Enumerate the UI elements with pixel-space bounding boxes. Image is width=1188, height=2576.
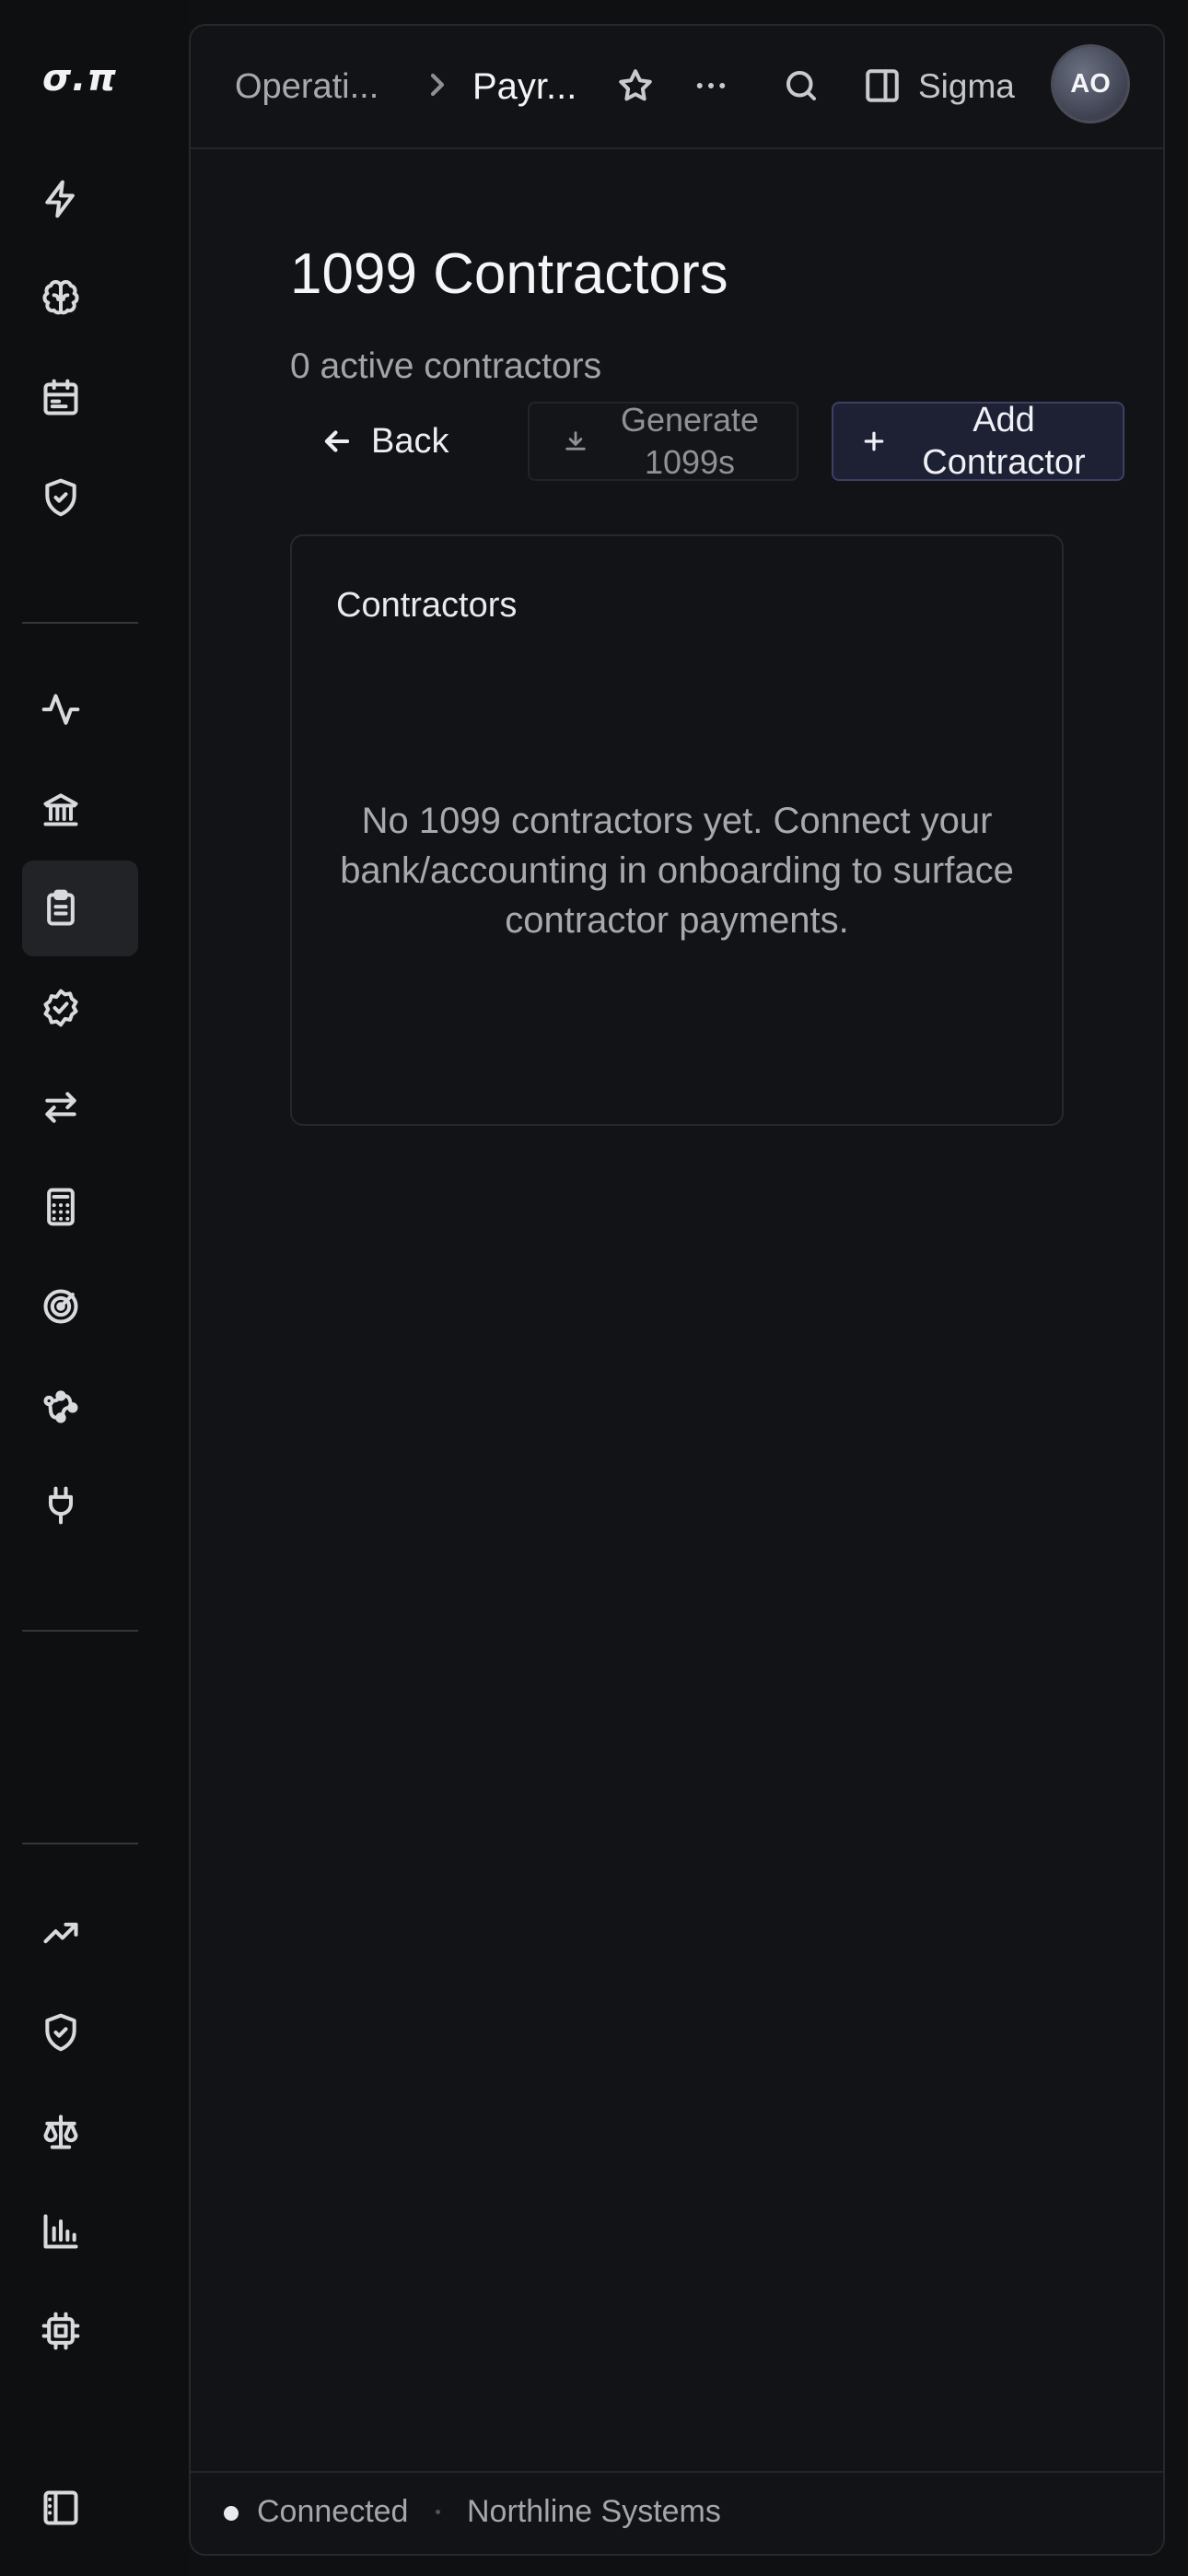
page-title: 1099 Contractors [290,242,728,306]
sidebar-item-payroll[interactable] [22,861,138,956]
generate-1099s-button[interactable]: Generate 1099s [528,401,798,481]
sidebar: σ.π [0,0,189,2576]
contractors-card: Contractors No 1099 contractors yet. Con… [290,534,1064,1126]
bolt-icon [45,180,75,218]
sidebar-item-workflows[interactable] [22,1358,138,1454]
calculator-icon [47,1188,75,1226]
chevron-right-icon [419,66,456,103]
favorite-button[interactable] [612,63,658,109]
panel-right-icon [866,69,899,102]
status-separator [436,2510,440,2514]
badge-check-icon [43,989,78,1027]
sidebar-collapse-button[interactable] [22,2460,138,2556]
sidebar-item-growth[interactable] [22,1885,138,1981]
search-button[interactable] [778,63,824,109]
sidebar-item-automations[interactable] [22,151,138,247]
star-icon [619,69,652,101]
sidebar-item-calendar[interactable] [22,350,138,446]
sidebar-item-security[interactable] [22,1985,138,2080]
sidebar-item-banking[interactable] [22,761,138,857]
sidebar-item-legal[interactable] [22,2084,138,2180]
connection-status-dot [224,2506,239,2521]
sidebar-item-intelligence[interactable] [22,251,138,346]
back-button-label: Back [371,421,449,461]
brain-icon [42,279,79,315]
breadcrumb-payroll[interactable]: Payr... [472,63,577,111]
breadcrumb-operations[interactable]: Operati... [235,63,379,111]
status-bar: Connected Northline Systems [191,2471,1163,2554]
empty-state-message: No 1099 contractors yet. Connect your ba… [340,801,1014,941]
shield-check-icon [45,2013,76,2052]
bank-icon [43,793,78,826]
radar-icon [43,1289,78,1324]
download-icon [565,431,586,451]
search-icon [786,70,817,101]
bar-chart-icon [43,2214,78,2249]
add-button-label: Add Contractor [922,401,1086,482]
avatar[interactable]: AO [1051,44,1130,123]
scale-icon [43,2114,78,2149]
top-bar: Operati... Payr... Sigma AO [191,26,1163,149]
sidebar-item-integrations[interactable] [22,1458,138,1553]
card-title: Contractors [336,586,518,625]
calendar-icon [43,379,78,416]
sidebar-item-calculator[interactable] [22,1159,138,1255]
toggle-panel-button[interactable] [859,63,905,109]
activity-icon [41,694,80,725]
sidebar-item-system[interactable] [22,2283,138,2379]
more-horizontal-icon [696,83,726,88]
back-button[interactable]: Back [320,402,495,481]
app-logo[interactable]: σ.π [42,55,116,101]
more-options-button[interactable] [688,63,734,109]
generate-button-label: Generate 1099s [620,401,760,481]
cpu-icon [41,2312,80,2350]
sidebar-item-approvals[interactable] [22,960,138,1056]
shield-check-icon [45,478,76,517]
sidebar-divider [22,1843,138,1844]
clipboard-list-icon [47,889,75,926]
connection-status: Connected [257,2494,409,2529]
plug-icon [48,1486,74,1525]
sidebar-divider [22,622,138,624]
sidebar-item-targets[interactable] [22,1259,138,1354]
add-contractor-button[interactable]: Add Contractor [832,401,1124,482]
organization-name: Northline Systems [467,2494,721,2529]
sidebar-item-compliance[interactable] [22,450,138,545]
arrow-left-icon [324,430,350,452]
workflow-icon [43,1390,78,1423]
panel-left-icon [43,2490,78,2525]
sidebar-item-reports[interactable] [22,2184,138,2279]
sidebar-item-activity[interactable] [22,662,138,757]
trending-up-icon [43,1922,78,1944]
plus-icon [864,431,884,451]
workspace-switcher[interactable]: Sigma [918,63,1015,111]
page-subtitle: 0 active contractors [290,346,602,386]
transfer-icon [45,1092,76,1123]
main-panel: Operati... Payr... Sigma AO 1099 Contrac… [189,24,1165,2556]
sidebar-divider [22,1630,138,1632]
sidebar-item-transfers[interactable] [22,1060,138,1155]
